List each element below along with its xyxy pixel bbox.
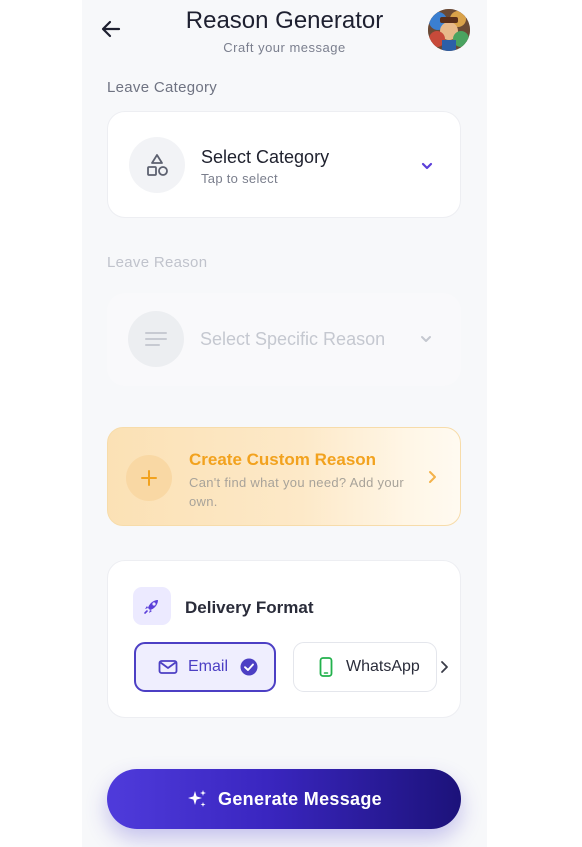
- category-title: Select Category: [201, 147, 330, 167]
- reason-select: Select Specific Reason: [107, 293, 461, 386]
- custom-reason-title: Create Custom Reason: [189, 450, 377, 469]
- category-subtitle: Tap to select: [201, 171, 278, 186]
- reason-placeholder: Select Specific Reason: [200, 329, 386, 349]
- sparkle-icon: [188, 790, 207, 807]
- chevron-right-icon[interactable]: [438, 660, 450, 674]
- email-option[interactable]: Email: [134, 642, 276, 692]
- lines-icon: [128, 311, 184, 367]
- delivery-format-title: Delivery Format: [185, 598, 314, 617]
- page-subtitle: Craft your message: [223, 40, 346, 55]
- avatar-image: [428, 9, 470, 51]
- email-option-label: Email: [188, 658, 229, 675]
- delivery-format-card: Delivery Format Email WhatsApp: [107, 560, 461, 718]
- chevron-down-icon: [421, 162, 433, 170]
- reason-section-label: Leave Reason: [107, 254, 208, 271]
- category-section-label: Leave Category: [107, 79, 218, 96]
- generate-message-button[interactable]: Generate Message: [107, 769, 461, 829]
- create-custom-reason-button[interactable]: Create Custom Reason Can't find what you…: [107, 427, 461, 526]
- header: Reason Generator Craft your message: [82, 0, 487, 62]
- phone-icon: [319, 657, 333, 677]
- whatsapp-option[interactable]: WhatsApp: [293, 642, 437, 692]
- page-title: Reason Generator: [185, 7, 384, 34]
- whatsapp-option-label: WhatsApp: [346, 658, 420, 675]
- custom-reason-description: Can't find what you need? Add your own.: [189, 475, 405, 509]
- category-select[interactable]: Select Category Tap to select: [107, 111, 461, 218]
- chevron-down-icon: [421, 336, 431, 342]
- plus-icon: [126, 455, 172, 501]
- mail-icon: [158, 660, 178, 674]
- check-circle-icon: [240, 658, 258, 676]
- reason-generator-screen: Reason Generator Craft your message Leav…: [82, 0, 487, 847]
- shapes-icon: [129, 137, 185, 193]
- generate-message-label: Generate Message: [218, 788, 382, 809]
- chevron-right-icon: [429, 471, 436, 483]
- rocket-icon: [133, 587, 171, 625]
- avatar[interactable]: [428, 9, 470, 51]
